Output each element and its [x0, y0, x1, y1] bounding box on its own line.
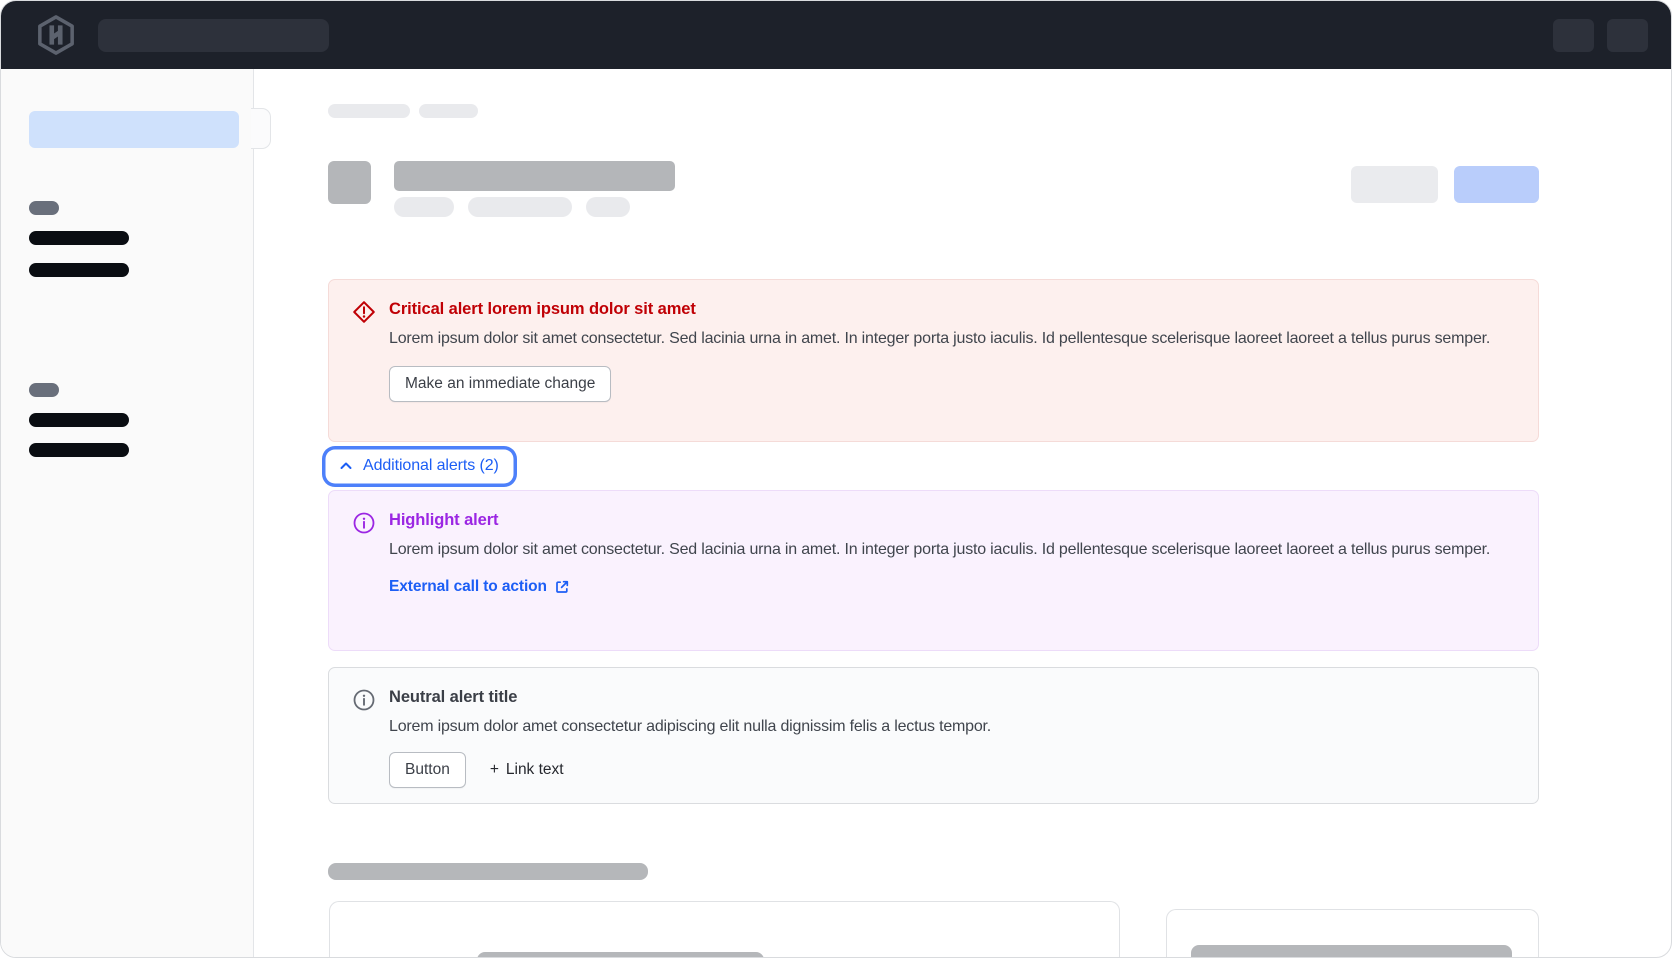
page-badge-skeleton [586, 197, 630, 217]
sidebar-resize-handle[interactable] [251, 108, 271, 149]
neutral-alert-title: Neutral alert title [389, 688, 1514, 707]
external-link-icon [554, 579, 570, 595]
neutral-link[interactable]: + Link text [490, 761, 564, 779]
sidebar-nav-item-skeleton[interactable] [29, 263, 129, 277]
plus-icon: + [490, 761, 499, 779]
additional-alerts-toggle[interactable]: Additional alerts (2) [328, 452, 511, 481]
breadcrumb-skeleton [328, 104, 410, 118]
secondary-button-skeleton[interactable] [1351, 166, 1438, 203]
highlight-alert-title: Highlight alert [389, 511, 1514, 530]
navbar-action-placeholder-2[interactable] [1607, 19, 1648, 52]
primary-button-skeleton[interactable] [1454, 166, 1539, 203]
hashicorp-logo-icon [37, 15, 75, 55]
critical-alert-body: Lorem ipsum dolor sit amet consectetur. … [389, 326, 1514, 351]
info-circle-icon [352, 511, 376, 630]
critical-alert-title: Critical alert lorem ipsum dolor sit ame… [389, 300, 1514, 319]
immediate-change-button[interactable]: Make an immediate change [389, 366, 611, 402]
section-title-skeleton [328, 863, 648, 880]
chevron-up-icon [338, 458, 354, 474]
page-avatar-skeleton [328, 161, 371, 204]
content-card-left [329, 901, 1120, 958]
critical-alert: Critical alert lorem ipsum dolor sit ame… [328, 279, 1539, 442]
sidebar-nav-item-skeleton[interactable] [29, 231, 129, 245]
sidebar [1, 69, 254, 958]
highlight-alert: Highlight alert Lorem ipsum dolor sit am… [328, 490, 1539, 651]
neutral-alert: Neutral alert title Lorem ipsum dolor am… [328, 667, 1539, 804]
neutral-alert-body: Lorem ipsum dolor amet consectetur adipi… [389, 714, 1514, 739]
content-card-right [1166, 909, 1539, 958]
sidebar-item-selected[interactable] [29, 111, 239, 148]
sidebar-nav-item-skeleton[interactable] [29, 443, 129, 457]
card-bar-skeleton [477, 952, 764, 958]
app-window: Critical alert lorem ipsum dolor sit ame… [0, 0, 1672, 958]
card-bar-skeleton [1191, 945, 1512, 958]
neutral-link-label: Link text [506, 761, 564, 779]
page-badge-skeleton [468, 197, 572, 217]
highlight-alert-body: Lorem ipsum dolor sit amet consectetur. … [389, 537, 1514, 562]
page-title-skeleton [394, 161, 675, 191]
sidebar-nav-item-skeleton[interactable] [29, 413, 129, 427]
search-input[interactable] [98, 19, 329, 52]
external-cta-label: External call to action [389, 578, 547, 596]
info-circle-icon [352, 688, 376, 783]
sidebar-section-label-skeleton [29, 383, 59, 397]
sidebar-section-label-skeleton [29, 201, 59, 215]
neutral-button[interactable]: Button [389, 752, 466, 788]
external-cta-link[interactable]: External call to action [389, 578, 570, 596]
breadcrumb-skeleton [419, 104, 478, 118]
page-badge-skeleton [394, 197, 454, 217]
additional-alerts-label: Additional alerts (2) [363, 457, 499, 475]
alert-diamond-icon [352, 300, 376, 421]
top-navbar [1, 1, 1671, 69]
navbar-action-placeholder-1[interactable] [1553, 19, 1594, 52]
